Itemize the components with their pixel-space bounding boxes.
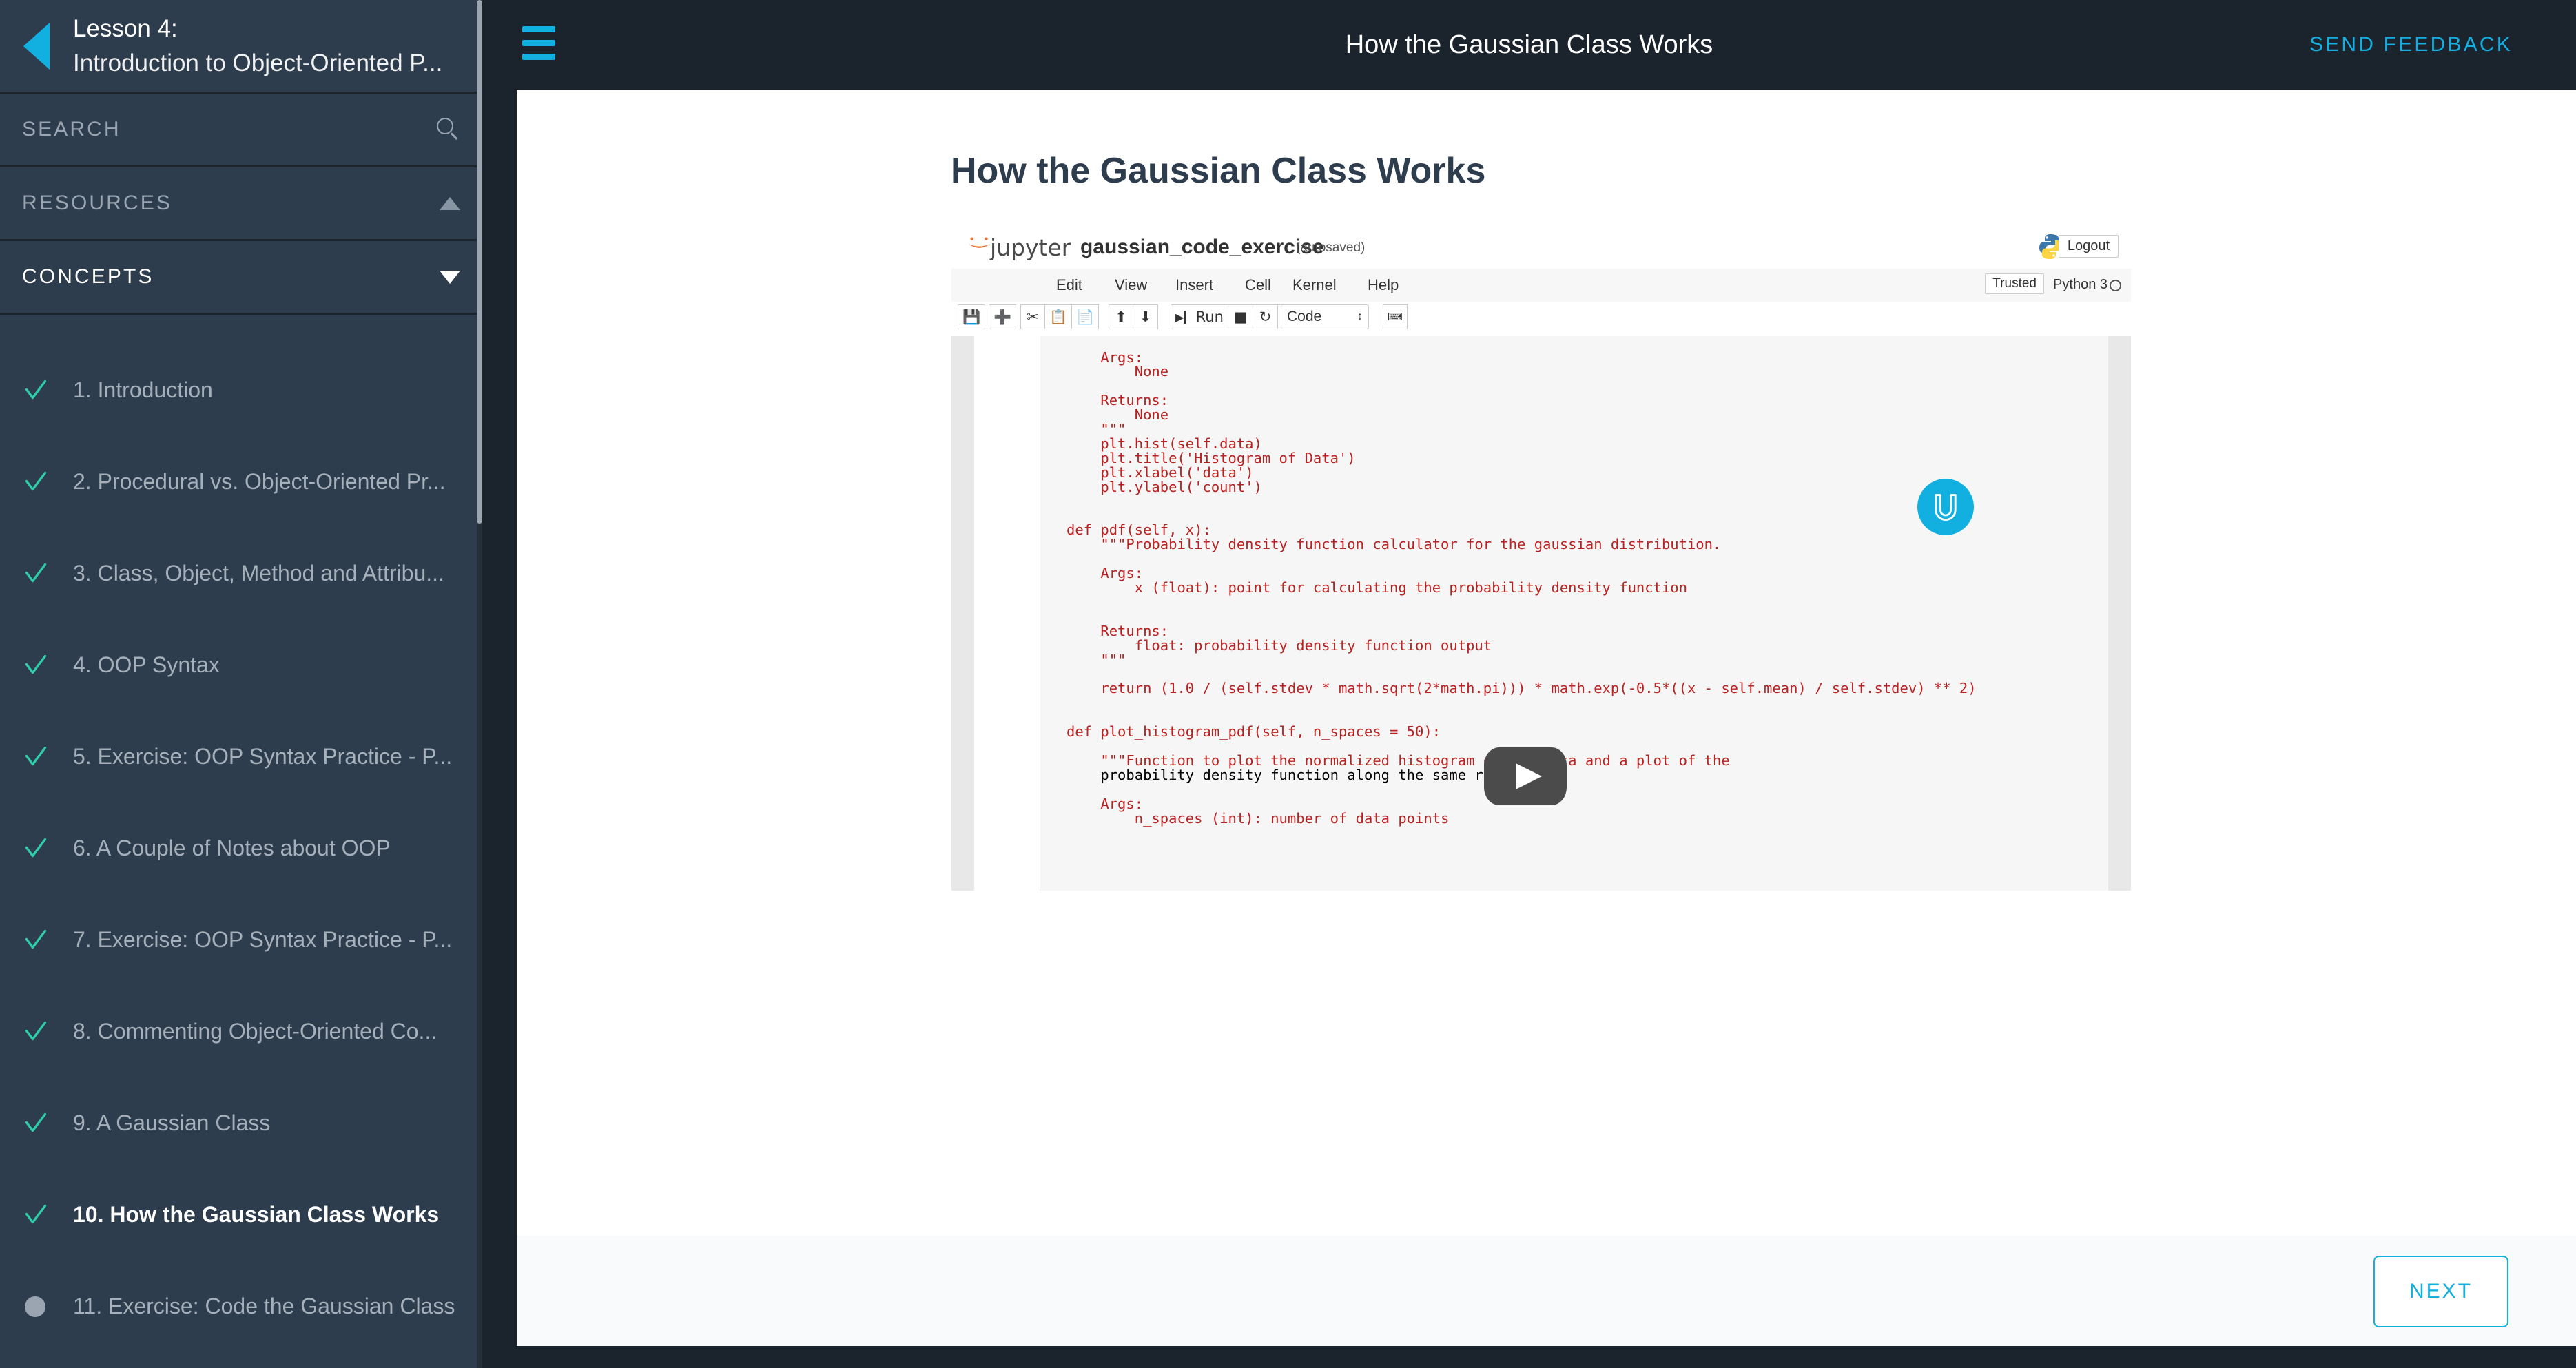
concept-item-5[interactable]: 5. Exercise: OOP Syntax Practice - P... [0, 711, 482, 802]
check-icon [23, 836, 73, 861]
concept-item-label: 6. A Couple of Notes about OOP [73, 836, 391, 860]
content-pane: How the Gaussian Class Works jupyter gau… [517, 90, 2576, 1346]
udacity-logo-icon [1917, 479, 1974, 535]
move-up-icon[interactable]: ⬆ [1109, 304, 1133, 329]
sidebar-section-resources[interactable]: RESOURCES [0, 167, 482, 241]
search-label: SEARCH [22, 118, 121, 141]
notebook-header: jupyter gaussian_code_exercise (autosave… [951, 227, 2131, 269]
concept-item-label: 3. Class, Object, Method and Attribu... [73, 561, 444, 585]
concept-item-3[interactable]: 3. Class, Object, Method and Attribu... [0, 528, 482, 619]
menu-help[interactable]: Help [1368, 276, 1399, 294]
menu-kernel[interactable]: Kernel [1292, 276, 1337, 294]
menu-insert[interactable]: Insert [1175, 276, 1213, 294]
content-heading: How the Gaussian Class Works [951, 151, 1486, 191]
check-icon [23, 653, 73, 678]
notebook-code-cell[interactable]: Args: None Returns: None """ plt.hist(se… [1040, 336, 2108, 891]
play-button[interactable] [1484, 747, 1567, 805]
cut-icon[interactable]: ✂ [1020, 304, 1045, 329]
copy-icon[interactable]: 📋 [1045, 304, 1073, 329]
logout-button[interactable]: Logout [2058, 235, 2119, 258]
run-label: Run [1195, 309, 1224, 325]
sidebar-header: Lesson 4: Introduction to Object-Oriente… [0, 0, 482, 94]
video-player[interactable]: jupyter gaussian_code_exercise (autosave… [951, 227, 2131, 891]
concept-item-label: 2. Procedural vs. Object-Oriented Pr... [73, 469, 446, 494]
lesson-title: Introduction to Object-Oriented P... [73, 49, 443, 76]
send-feedback-button[interactable]: SEND FEEDBACK [2309, 0, 2513, 90]
concept-item-label: 5. Exercise: OOP Syntax Practice - P... [73, 744, 453, 769]
concept-item-7[interactable]: 7. Exercise: OOP Syntax Practice - P... [0, 894, 482, 986]
concept-item-4[interactable]: 4. OOP Syntax [0, 619, 482, 711]
concept-item-1[interactable]: 1. Introduction [0, 344, 482, 436]
command-palette-icon[interactable]: ⌨ [1383, 304, 1408, 329]
concept-item-label: 7. Exercise: OOP Syntax Practice - P... [73, 927, 453, 952]
kernel-idle-indicator-icon [2110, 280, 2121, 291]
cell-type-select[interactable]: Code ↕ [1281, 304, 1369, 329]
hamburger-icon[interactable] [522, 26, 555, 61]
menu-view[interactable]: View [1115, 276, 1147, 294]
page-title: How the Gaussian Class Works [1345, 30, 1713, 59]
lesson-number: Lesson 4: [73, 14, 178, 42]
concept-item-label: 9. A Gaussian Class [73, 1110, 271, 1135]
check-icon [23, 1111, 73, 1136]
concept-item-2[interactable]: 2. Procedural vs. Object-Oriented Pr... [0, 436, 482, 528]
concepts-label: CONCEPTS [22, 265, 154, 288]
concept-item-11[interactable]: 11. Exercise: Code the Gaussian Class [0, 1261, 482, 1352]
sidebar: Lesson 4: Introduction to Object-Oriente… [0, 0, 482, 1368]
check-icon [23, 561, 73, 586]
concept-item-label: 10. How the Gaussian Class Works [73, 1202, 440, 1227]
check-icon [23, 1019, 73, 1044]
move-down-icon[interactable]: ⬇ [1133, 304, 1158, 329]
notebook-page: Args: None Returns: None """ plt.hist(se… [974, 336, 2108, 891]
search-icon[interactable] [437, 118, 460, 141]
menu-edit[interactable]: Edit [1056, 276, 1082, 294]
notebook-menubar: Edit View Insert Cell Kernel Help Truste… [951, 269, 2131, 302]
next-button[interactable]: NEXT [2373, 1256, 2508, 1327]
content-footer: NEXT [517, 1236, 2576, 1346]
chevron-updown-icon: ↕ [1357, 311, 1363, 322]
concept-item-label: 11. Exercise: Code the Gaussian Class [73, 1294, 455, 1318]
restart-icon[interactable]: ↻ [1253, 304, 1278, 329]
check-icon [23, 745, 73, 769]
concept-item-label: 8. Commenting Object-Oriented Co... [73, 1019, 437, 1044]
check-icon [23, 470, 73, 495]
run-button[interactable]: ▶▎ Run [1171, 304, 1228, 329]
stop-icon[interactable]: ■ [1228, 304, 1253, 329]
sidebar-section-concepts[interactable]: CONCEPTS [0, 241, 482, 315]
concept-item-9[interactable]: 9. A Gaussian Class [0, 1077, 482, 1169]
back-arrow-icon[interactable] [23, 22, 50, 70]
paste-icon[interactable]: 📄 [1072, 304, 1100, 329]
notebook-body: Args: None Returns: None """ plt.hist(se… [951, 336, 2131, 891]
concept-item-8[interactable]: 8. Commenting Object-Oriented Co... [0, 986, 482, 1077]
resources-label: RESOURCES [22, 191, 172, 214]
notebook-filename[interactable]: gaussian_code_exercise [1080, 236, 1324, 259]
check-icon [23, 378, 73, 403]
circle-icon [23, 1296, 73, 1317]
lesson-info: Lesson 4: Introduction to Object-Oriente… [73, 12, 442, 80]
concept-list: 1. Introduction 2. Procedural vs. Object-… [0, 344, 482, 1368]
kernel-label: Python 3 [2043, 277, 2108, 293]
save-icon[interactable]: 💾 [958, 304, 986, 329]
check-icon [23, 1203, 73, 1227]
add-icon[interactable]: ➕ [989, 304, 1017, 329]
menu-cell[interactable]: Cell [1245, 276, 1271, 294]
concept-item-label: 4. OOP Syntax [73, 652, 220, 677]
cell-type-value: Code [1287, 309, 1322, 324]
top-bar: How the Gaussian Class Works SEND FEEDBA… [482, 0, 2576, 90]
concept-item-10[interactable]: 10. How the Gaussian Class Works [0, 1169, 482, 1261]
jupyter-wordmark: jupyter [990, 234, 1071, 261]
trusted-badge: Trusted [1985, 273, 2044, 294]
chevron-down-icon[interactable] [440, 270, 460, 284]
sidebar-scrollbar-thumb[interactable] [477, 0, 482, 524]
chevron-up-icon[interactable] [440, 196, 460, 210]
jupyter-logo-icon [969, 237, 990, 248]
notebook-toolbar: 💾 ➕ ✂ 📋 📄 ⬆ ⬇ ▶▎ Run ■ ↻ Code ↕ ⌨ [951, 302, 2131, 337]
check-icon [23, 928, 73, 953]
notebook-saved-state: (autosaved) [1296, 240, 1366, 255]
concept-item-6[interactable]: 6. A Couple of Notes about OOP [0, 802, 482, 894]
concept-item-label: 1. Introduction [73, 377, 213, 402]
search-bar[interactable]: SEARCH [0, 94, 482, 167]
app-root: Lesson 4: Introduction to Object-Oriente… [0, 0, 2576, 1368]
